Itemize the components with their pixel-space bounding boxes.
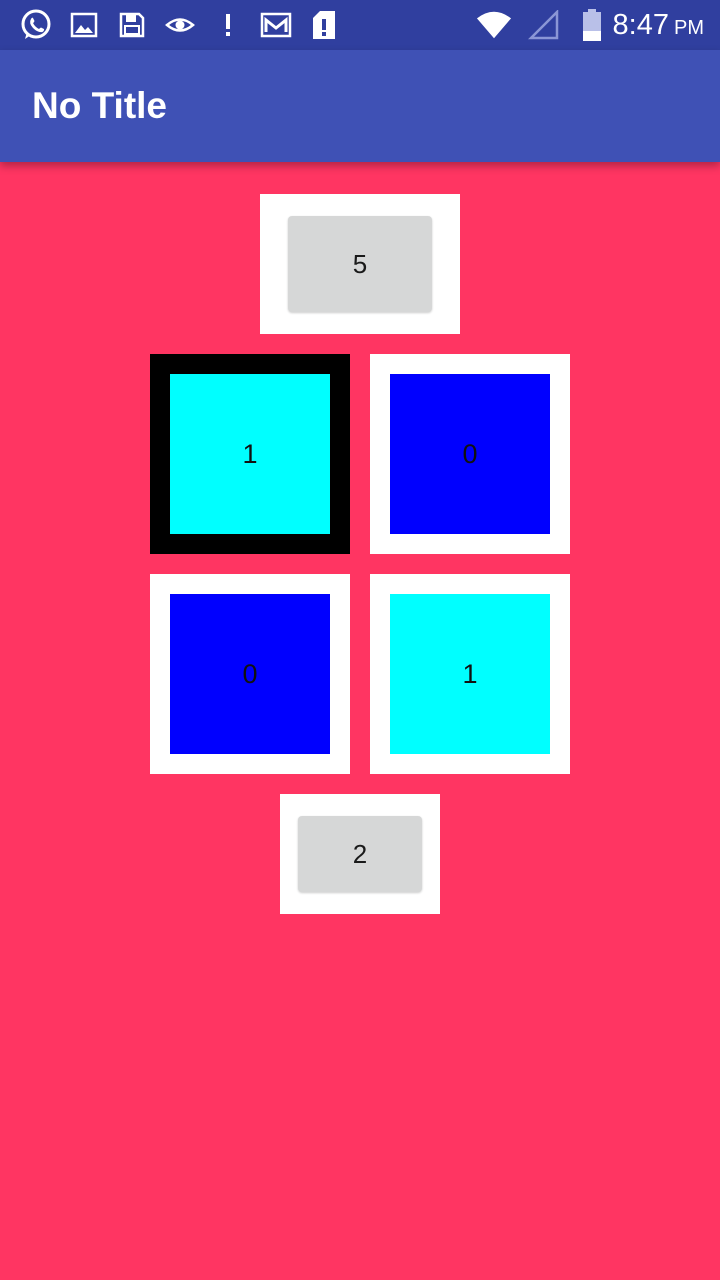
whatsapp-icon [18,7,54,43]
bottom-count-button[interactable]: 2 [298,816,422,892]
signal-icon [526,7,562,43]
status-clock: 8:47 PM [613,7,704,43]
tile-frame: 0 [370,354,570,554]
app-title: No Title [32,85,167,126]
app-bar: No Title [0,50,720,162]
top-count-button[interactable]: 5 [288,216,432,312]
clock-time: 8:47 [612,9,669,41]
tile-1[interactable]: 1 [170,374,330,534]
tile-frame: 0 [150,574,350,774]
tile-frame: 1 [370,574,570,774]
tile-3[interactable]: 0 [170,594,330,754]
top-button-frame: 5 [260,194,460,334]
wifi-icon [476,7,512,43]
eye-icon [162,7,198,43]
sd-card-icon [306,7,342,43]
save-icon [114,7,150,43]
battery-icon [574,7,610,43]
tile-4[interactable]: 1 [390,594,550,754]
bottom-button-frame: 2 [280,794,440,914]
tile-frame-selected: 1 [150,354,350,554]
tile-2[interactable]: 0 [390,374,550,534]
clock-ampm: PM [674,17,704,39]
alert-icon [210,7,246,43]
gmail-icon [258,7,294,43]
status-bar: 8:47 PM [0,0,720,50]
image-icon [66,7,102,43]
